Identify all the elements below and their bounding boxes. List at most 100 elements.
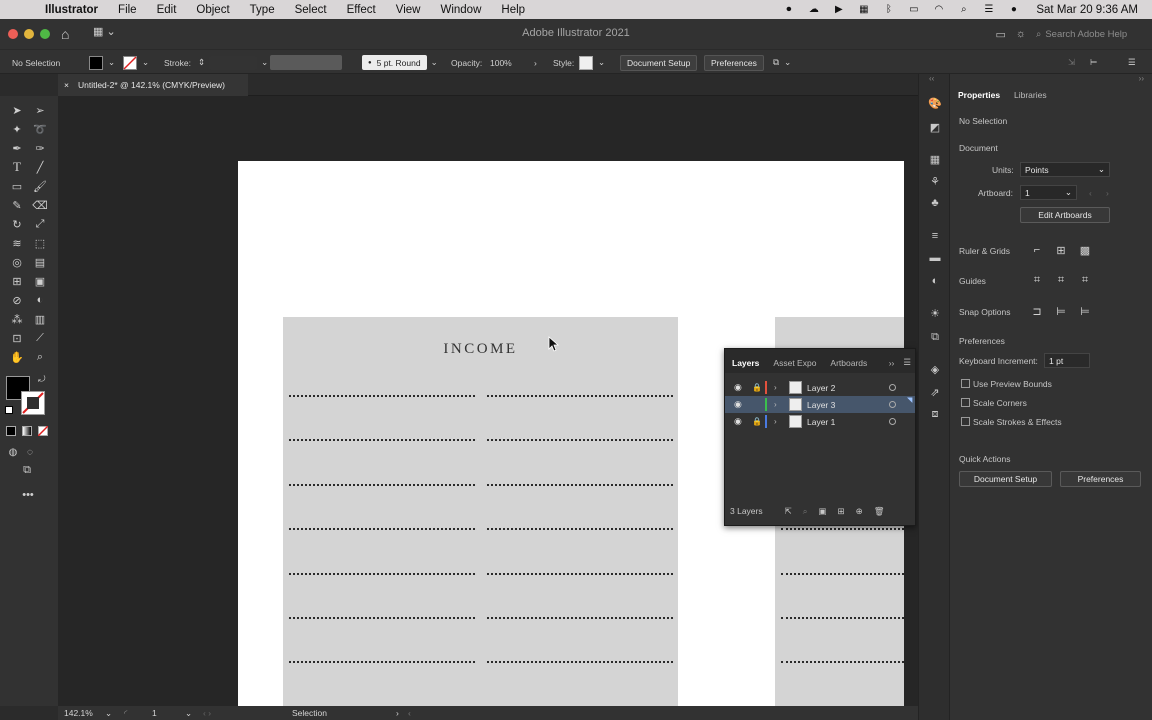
none-mode-icon[interactable] bbox=[38, 426, 48, 436]
tab-layers[interactable]: Layers bbox=[725, 358, 766, 373]
layers-icon[interactable]: ◈ bbox=[928, 362, 942, 376]
next-artboard-icon[interactable]: › bbox=[1106, 188, 1109, 198]
tab-artboards[interactable]: Artboards bbox=[823, 358, 874, 373]
new-layer-icon[interactable]: ⊕ bbox=[856, 506, 863, 517]
perspective-grid-tool-icon[interactable]: ▤ bbox=[33, 255, 47, 269]
chevron-right-icon[interactable]: › bbox=[534, 58, 537, 68]
scale-strokes-checkbox[interactable] bbox=[961, 417, 970, 426]
panel-menu-icon[interactable]: ☰ bbox=[1128, 57, 1136, 68]
menu-effect[interactable]: Effect bbox=[347, 4, 376, 16]
tab-asset-export[interactable]: Asset Expo bbox=[766, 358, 823, 373]
menu-app-name[interactable]: Illustrator bbox=[45, 4, 98, 16]
eyedropper-tool-icon[interactable]: ⊘ bbox=[10, 293, 24, 307]
rotate-tool-icon[interactable]: ↻ bbox=[10, 217, 24, 231]
help-search-input[interactable]: ⌕ Search Adobe Help bbox=[1036, 25, 1136, 43]
color-icon[interactable]: 🎨 bbox=[928, 96, 942, 110]
income-panel[interactable]: INCOME bbox=[283, 317, 678, 706]
arrange-icon[interactable]: ⧉ bbox=[773, 57, 779, 68]
stroke-swatch[interactable] bbox=[123, 55, 137, 70]
battery-icon[interactable]: ▭ bbox=[907, 4, 920, 15]
tab-properties[interactable]: Properties bbox=[958, 90, 1000, 100]
free-transform-tool-icon[interactable]: ⬚ bbox=[33, 236, 47, 250]
edit-toolbar-icon[interactable]: ••• bbox=[21, 488, 35, 502]
color-guide-icon[interactable]: ◩ bbox=[928, 120, 942, 134]
align-icon[interactable]: ⇲ bbox=[1068, 57, 1075, 68]
screen-mode-icon[interactable]: ⧉ bbox=[20, 463, 34, 477]
gradient-tool-icon[interactable]: ▣ bbox=[33, 274, 47, 288]
target-circle-icon[interactable] bbox=[889, 418, 896, 425]
swatches-icon[interactable]: ▦ bbox=[928, 152, 942, 166]
document-setup-button[interactable]: Document Setup bbox=[620, 54, 698, 71]
wifi-icon[interactable]: ◠ bbox=[932, 4, 945, 15]
menu-file[interactable]: File bbox=[118, 4, 137, 16]
direct-selection-tool-icon[interactable]: ➢ bbox=[33, 103, 47, 117]
mesh-tool-icon[interactable]: ⊞ bbox=[10, 274, 24, 288]
visibility-eye-icon[interactable]: ◉ bbox=[734, 399, 742, 410]
chevron-down-icon[interactable]: ⌄ bbox=[108, 57, 115, 68]
menu-help[interactable]: Help bbox=[501, 4, 525, 16]
layer-row[interactable]: ◉ 🔒 › Layer 2 bbox=[725, 379, 915, 396]
chevron-down-icon[interactable]: ⌄ bbox=[784, 57, 791, 68]
color-mode-icon[interactable] bbox=[6, 426, 16, 436]
current-tool-label[interactable]: Selection bbox=[292, 708, 327, 718]
slice-tool-icon[interactable]: ⟋ bbox=[33, 331, 47, 345]
chevron-right-icon[interactable]: › bbox=[774, 383, 777, 392]
gradient-mode-icon[interactable] bbox=[22, 426, 32, 436]
warp-tool-icon[interactable]: ≋ bbox=[10, 236, 24, 250]
scale-tool-icon[interactable]: ⤢ bbox=[33, 217, 47, 231]
artboards-icon[interactable]: ⧈ bbox=[928, 407, 942, 421]
column-graph-tool-icon[interactable]: ▥ bbox=[33, 312, 47, 326]
line-tool-icon[interactable]: ╱ bbox=[33, 160, 47, 174]
scale-corners-checkbox[interactable] bbox=[961, 398, 970, 407]
target-circle-icon[interactable] bbox=[889, 384, 896, 391]
appearance-icon[interactable]: ☀ bbox=[928, 306, 942, 320]
bluetooth-icon[interactable]: ᛒ bbox=[882, 4, 895, 15]
menu-window[interactable]: Window bbox=[440, 4, 481, 16]
stroke-weight-field[interactable] bbox=[209, 55, 258, 70]
variable-width-profile[interactable] bbox=[270, 55, 342, 70]
artboard-navigator[interactable]: 1 bbox=[152, 708, 157, 718]
blend-tool-icon[interactable]: ◐ bbox=[33, 293, 47, 307]
close-tab-icon[interactable]: × bbox=[64, 80, 69, 90]
menu-select[interactable]: Select bbox=[295, 4, 327, 16]
style-swatch[interactable] bbox=[579, 55, 593, 70]
layer-row[interactable]: ◉ 🔒 › Layer 1 bbox=[725, 413, 915, 430]
opacity-value[interactable]: 100% bbox=[490, 58, 534, 68]
use-preview-bounds-checkbox[interactable] bbox=[961, 379, 970, 388]
lasso-tool-icon[interactable]: ➰ bbox=[33, 122, 47, 136]
menu-edit[interactable]: Edit bbox=[157, 4, 177, 16]
chevron-down-icon[interactable]: ⌄ bbox=[598, 57, 605, 68]
artboard-select[interactable]: 1 ⌄ bbox=[1020, 185, 1077, 200]
rectangle-tool-icon[interactable]: ▭ bbox=[10, 179, 24, 193]
spotlight-icon[interactable]: ⌕ bbox=[957, 4, 970, 15]
draw-inside-icon[interactable]: ◌ bbox=[23, 445, 37, 459]
previous-artboard-icon[interactable]: ‹ bbox=[1089, 188, 1092, 198]
transparency-icon[interactable]: ◐ bbox=[928, 274, 942, 288]
paintbrush-tool-icon[interactable]: 🖌 bbox=[33, 179, 47, 193]
record-icon[interactable]: ⏺ bbox=[782, 4, 795, 15]
menu-view[interactable]: View bbox=[396, 4, 421, 16]
draw-mode-icon[interactable]: ◍ bbox=[6, 445, 20, 459]
panel-menu-icon[interactable]: ☰ bbox=[896, 357, 915, 373]
grid-icon[interactable]: ⊞ bbox=[1054, 243, 1068, 257]
transparency-grid-icon[interactable]: ▩ bbox=[1078, 243, 1092, 257]
smart-guides-icon[interactable]: ⌗ bbox=[1078, 273, 1092, 287]
visibility-eye-icon[interactable]: ◉ bbox=[734, 416, 742, 427]
default-colors-icon[interactable] bbox=[5, 406, 13, 414]
graphic-styles-icon[interactable]: ⧉ bbox=[928, 330, 942, 344]
export-icon[interactable]: ⇗ bbox=[928, 385, 942, 399]
distribute-icon[interactable]: ⊨ bbox=[1090, 57, 1097, 68]
eraser-tool-icon[interactable]: ⌫ bbox=[32, 198, 48, 212]
swap-fill-stroke-icon[interactable]: ⤾ bbox=[38, 374, 46, 385]
lock-icon[interactable]: 🔒 bbox=[752, 383, 762, 392]
selection-tool-icon[interactable]: ➤ bbox=[10, 103, 24, 117]
chevron-down-icon[interactable]: ⌄ bbox=[185, 708, 192, 719]
trash-icon[interactable]: 🗑 bbox=[874, 506, 885, 517]
zoom-level[interactable]: 142.1% bbox=[64, 708, 93, 718]
snap-to-pixel-icon[interactable]: ⊨ bbox=[1054, 304, 1068, 318]
zoom-tool-icon[interactable]: ⌕ bbox=[33, 350, 47, 364]
menu-type[interactable]: Type bbox=[250, 4, 275, 16]
layer-name[interactable]: Layer 2 bbox=[807, 383, 835, 393]
brush-definition[interactable]: ● 5 pt. Round bbox=[362, 55, 427, 70]
chevron-down-icon[interactable]: ⌄ bbox=[431, 57, 438, 68]
